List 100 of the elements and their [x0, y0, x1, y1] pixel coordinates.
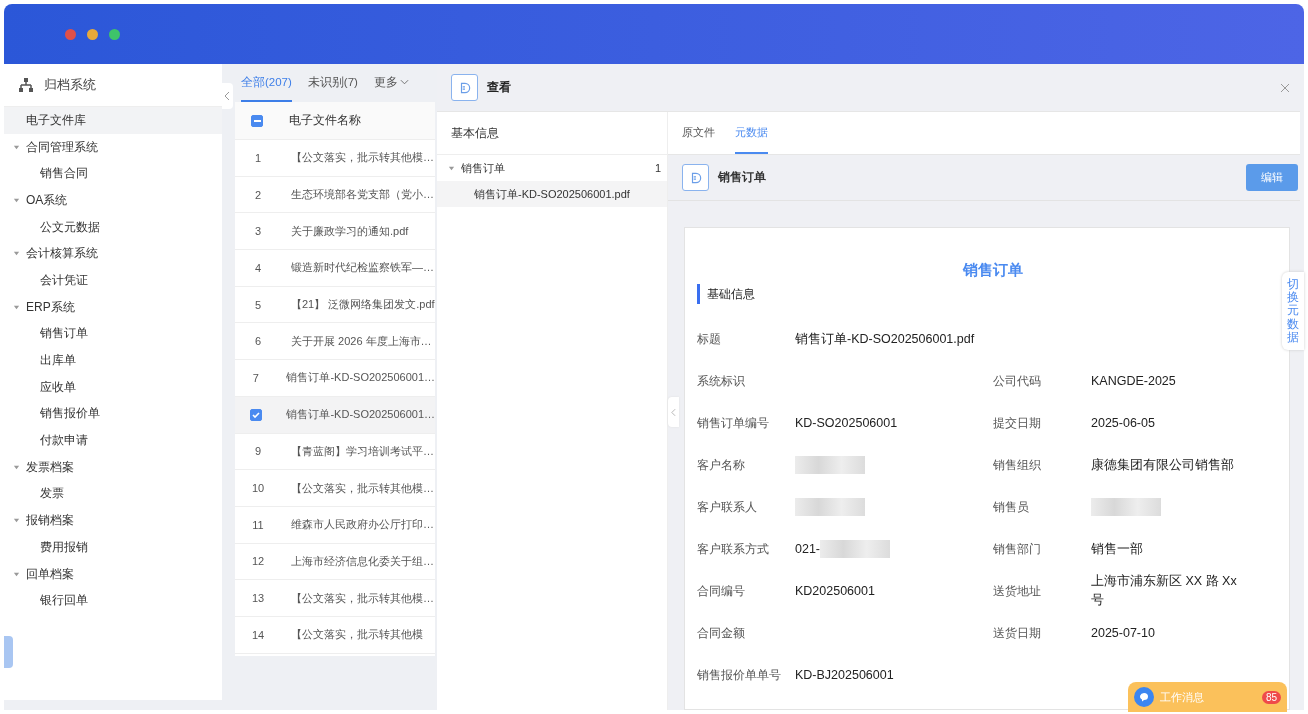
tree-item[interactable]: 报销档案	[4, 507, 222, 534]
chevron-left-icon	[224, 91, 231, 101]
file-name[interactable]: 【公文落实，批示转其他模	[291, 627, 423, 643]
tree-item[interactable]: OA系统	[4, 187, 222, 214]
tree-item[interactable]: ERP系统	[4, 293, 222, 321]
collapse-handle[interactable]	[4, 636, 13, 668]
file-name[interactable]: 【公文落实，批示转其他模…	[291, 590, 434, 606]
close-icon[interactable]	[1280, 82, 1290, 93]
row-checkbox[interactable]	[249, 408, 262, 421]
dialog-title: 查看	[487, 79, 512, 96]
row-number: 6	[254, 335, 262, 348]
filter-tab[interactable]: 未识别(7)	[307, 64, 358, 102]
chat-label: 工作消息	[1160, 689, 1205, 705]
chevron-down-icon	[399, 79, 409, 85]
tree-item[interactable]: 合同管理系统	[4, 133, 222, 161]
field-label: 客户名称	[697, 456, 746, 474]
more-dropdown[interactable]: 更多	[373, 64, 409, 102]
field-label: 送货地址	[993, 582, 1042, 600]
field-label: 标题	[697, 330, 722, 348]
field-value: KD-SO202506001	[795, 414, 898, 432]
document-icon	[451, 74, 478, 101]
row-number: 11	[252, 518, 264, 531]
tree-item[interactable]: 出库单	[4, 347, 222, 374]
tree-item[interactable]: 公文元数据	[4, 213, 222, 241]
tree-item[interactable]: 费用报销	[4, 534, 222, 561]
file-name[interactable]: 关于廉政学习的通知.pdf	[291, 223, 409, 239]
row-number: 9	[254, 445, 262, 458]
tree-item[interactable]: 回单档案	[4, 560, 222, 588]
row-number: 10	[251, 482, 265, 495]
field-label: 送货日期	[993, 624, 1042, 642]
form-title: 销售订单	[961, 261, 1024, 280]
field-value: 上海市浦东新区 XX 路 Xx 号	[1091, 573, 1238, 609]
row-number: 1	[254, 151, 262, 164]
tree-item[interactable]: 银行回单	[4, 587, 222, 615]
maximize-dot-icon[interactable]	[109, 28, 120, 40]
field-label: 客户联系方式	[697, 540, 770, 558]
field-label: 公司代码	[993, 372, 1042, 390]
file-name[interactable]: 锻造新时代纪检监察铁军—…	[291, 260, 434, 276]
file-name[interactable]: 【公文落实，批示转其他模…	[291, 480, 434, 496]
field-value: 2025-06-05	[1091, 414, 1155, 432]
caret-down-icon[interactable]	[13, 570, 20, 578]
file-name[interactable]: 销售订单-KD-SO202506001…	[286, 370, 435, 386]
file-name[interactable]: 生态环境部各党支部（党小…	[291, 187, 434, 203]
field-label: 合同编号	[697, 582, 746, 600]
caret-down-icon[interactable]	[13, 463, 20, 471]
field-label: 销售部门	[993, 540, 1042, 558]
caret-down-icon[interactable]	[13, 303, 20, 311]
file-name[interactable]: 关于开展 2026 年度上海市…	[291, 333, 432, 349]
chat-icon	[1134, 687, 1154, 707]
caret-down-icon[interactable]	[13, 517, 20, 525]
tree-item[interactable]: 销售报价单	[4, 400, 222, 428]
tree-item[interactable]: 发票档案	[4, 453, 222, 481]
section-title: 销售订单	[718, 169, 767, 186]
tree-item[interactable]: 付款申请	[4, 427, 222, 454]
field-value: 康德集团有限公司销售部	[1091, 456, 1234, 474]
tree-item[interactable]: 销售订单-KD-SO202506001.pdf	[437, 181, 667, 207]
file-name[interactable]: 维森市人民政府办公厅打印…	[291, 517, 434, 533]
caret-down-icon[interactable]	[448, 164, 455, 172]
field-label: 系统标识	[697, 372, 746, 390]
row-number: 13	[251, 592, 265, 605]
section-title: 基本信息	[437, 112, 667, 155]
caret-down-icon[interactable]	[13, 250, 20, 258]
field-label: 提交日期	[993, 414, 1042, 432]
caret-down-icon[interactable]	[13, 196, 20, 204]
tree-item[interactable]: 电子文件库	[4, 107, 222, 134]
switch-tab[interactable]: 切换元数据	[1282, 272, 1304, 350]
hierarchy-icon	[18, 77, 34, 93]
field-value: 销售订单-KD-SO202506001.pdf	[795, 330, 975, 348]
field-value: KD202506001	[795, 582, 875, 600]
minimize-dot-icon[interactable]	[87, 28, 98, 40]
select-all-checkbox[interactable]	[251, 114, 263, 127]
chevron-left-icon	[671, 407, 676, 417]
view-tab[interactable]: 元数据	[735, 112, 768, 154]
field-value: 销售一部	[1091, 540, 1143, 558]
tree-item[interactable]: 应收单	[4, 373, 222, 401]
view-tab[interactable]: 原文件	[682, 112, 715, 154]
field-label: 销售报价单单号	[697, 666, 782, 684]
row-number: 12	[251, 555, 265, 568]
file-name[interactable]: 【公文落实，批示转其他模…	[291, 150, 434, 166]
unread-badge: 85	[1261, 690, 1281, 704]
tree-item[interactable]: 会计凭证	[4, 267, 222, 294]
tree-item[interactable]: 销售订单	[4, 320, 222, 348]
field-value: 2025-07-10	[1091, 624, 1155, 642]
chat-widget[interactable]: 工作消息 85	[1128, 682, 1287, 712]
field-label: 销售组织	[993, 456, 1042, 474]
caret-down-icon[interactable]	[13, 143, 20, 151]
field-label: 销售订单编号	[697, 414, 770, 432]
tree-item[interactable]: 发票	[4, 480, 222, 508]
row-number: 14	[251, 628, 265, 641]
row-number: 2	[254, 188, 262, 201]
tree-item[interactable]: 销售订单 1	[437, 155, 667, 181]
file-name[interactable]: 上海市经济信息化委关于组…	[291, 553, 434, 569]
tree-item[interactable]: 会计核算系统	[4, 240, 222, 268]
file-name[interactable]: 【21】 泛微网络集团发文.pdf	[291, 297, 435, 313]
tree-item[interactable]: 销售合同	[4, 160, 222, 188]
close-dot-icon[interactable]	[65, 28, 76, 40]
row-number: 7	[252, 371, 259, 384]
row-number: 4	[254, 261, 262, 274]
row-number: 5	[254, 298, 262, 311]
file-name[interactable]: 【青蓝阁】学习培训考试平…	[291, 443, 434, 459]
